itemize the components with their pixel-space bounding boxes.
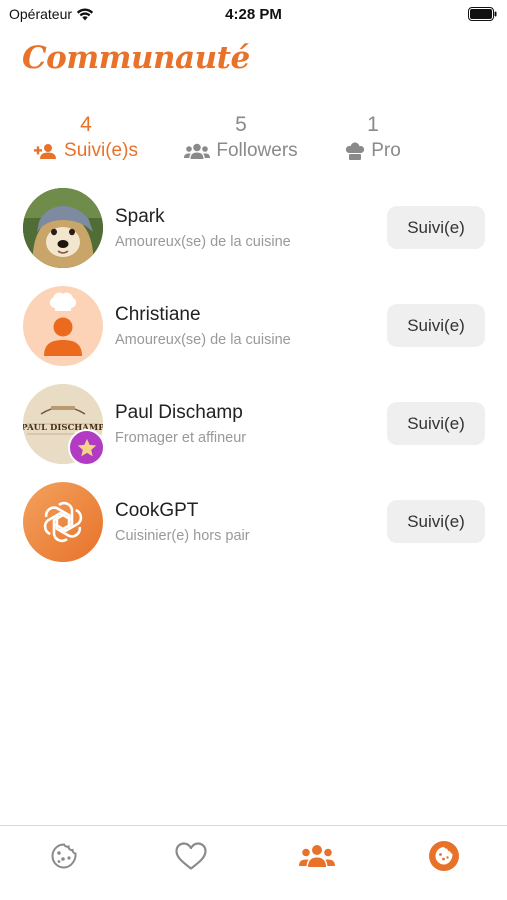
list-item[interactable]: Spark Amoureux(se) de la cuisine Suivi(e… [0, 186, 507, 268]
followed-button[interactable]: Suivi(e) [387, 304, 485, 347]
avatar [23, 286, 103, 366]
community-icon [299, 845, 335, 867]
followed-button[interactable]: Suivi(e) [387, 500, 485, 543]
tab-bar-favorites[interactable] [171, 840, 211, 872]
user-subtitle: Fromager et affineur [115, 430, 247, 446]
profile-icon [429, 841, 459, 871]
list-item[interactable]: CookGPT Cuisinier(e) hors pair Suivi(e) [0, 480, 507, 562]
user-subtitle: Amoureux(se) de la cuisine [115, 332, 291, 348]
tab-label: Pro [371, 140, 401, 161]
user-name: CookGPT [115, 500, 199, 521]
user-name: Spark [115, 206, 165, 227]
users-icon [184, 143, 211, 159]
tab-count: 4 [80, 113, 92, 136]
add-user-icon [34, 144, 57, 159]
list-item[interactable]: Christiane Amoureux(se) de la cuisine Su… [0, 284, 507, 366]
tab-bar-community[interactable] [297, 840, 337, 872]
page-title: Communauté [22, 40, 250, 76]
dog-photo [23, 188, 103, 268]
cookie-icon [51, 843, 77, 869]
tab-label: Followers [216, 140, 298, 161]
list-item[interactable]: PAUL DISCHAMP Paul Dischamp Fromager et … [0, 382, 507, 466]
avatar [23, 482, 103, 562]
heart-icon [175, 842, 207, 870]
user-subtitle: Cuisinier(e) hors pair [115, 528, 250, 544]
avatar [23, 188, 103, 268]
community-tabs: 4 Suivi(e)s 5 Followers 1 Pro [0, 112, 507, 172]
battery-icon [468, 7, 497, 21]
tab-pro[interactable]: 1 Pro [340, 112, 406, 164]
tab-count: 1 [367, 113, 379, 136]
chef-hat-icon [346, 142, 365, 160]
tab-followed[interactable]: 4 Suivi(e)s [30, 112, 142, 164]
user-name: Christiane [115, 304, 201, 325]
followed-button[interactable]: Suivi(e) [387, 206, 485, 249]
followed-button[interactable]: Suivi(e) [387, 402, 485, 445]
status-bar: Opérateur 4:28 PM [0, 0, 507, 30]
pro-badge [68, 429, 105, 466]
user-subtitle: Amoureux(se) de la cuisine [115, 234, 291, 250]
tab-bar-cookie[interactable] [44, 840, 84, 872]
tab-bar-profile[interactable] [424, 840, 464, 872]
chef-placeholder [23, 286, 103, 366]
bottom-tab-bar [0, 825, 507, 900]
tab-count: 5 [235, 113, 247, 136]
tab-followers[interactable]: 5 Followers [180, 112, 302, 164]
openai-logo [23, 482, 103, 562]
user-name: Paul Dischamp [115, 402, 243, 423]
star-icon [77, 438, 96, 456]
tab-label: Suivi(e)s [64, 140, 138, 161]
clock: 4:28 PM [225, 6, 282, 23]
